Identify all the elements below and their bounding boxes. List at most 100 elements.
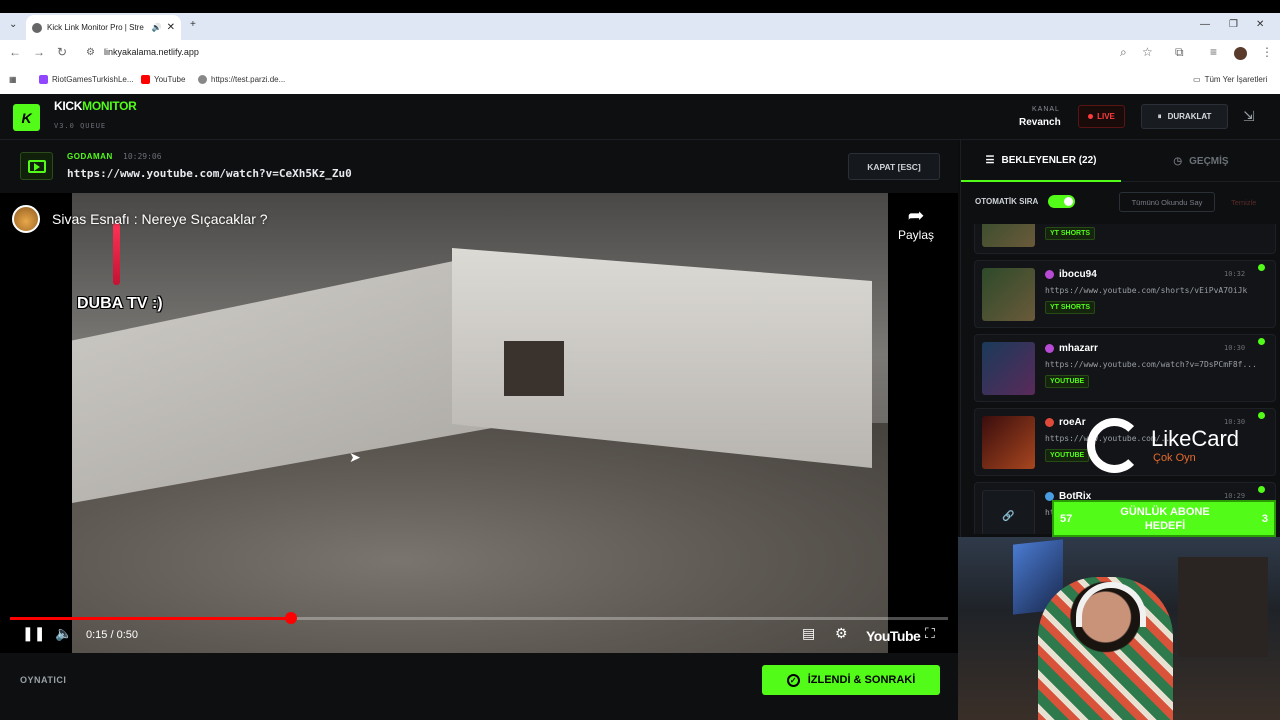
pause-video-icon[interactable]: ❚❚	[22, 625, 45, 642]
youtube-logo[interactable]: YouTube	[866, 628, 921, 644]
next-label: İZLENDİ & SONRAKİ	[807, 674, 916, 686]
video-wall-hole	[504, 341, 564, 396]
tab-queue-label: BEKLEYENLER (22)	[1001, 154, 1097, 166]
window-close-icon[interactable]: ✕	[1256, 19, 1264, 30]
popout-icon[interactable]: ⇲	[1243, 108, 1255, 125]
likecard-subtitle: Çok Oyn	[1153, 452, 1196, 464]
new-tab-icon[interactable]: +	[190, 19, 196, 30]
channel-label: KANAL	[1032, 106, 1060, 113]
sender-time: 10:29:06	[123, 152, 162, 161]
progress-fill	[10, 617, 292, 620]
item-url: https://www.youtube.com/watch?v=7DsPCmF8…	[1045, 360, 1257, 369]
tab-history[interactable]: ◷ GEÇMİŞ	[1121, 140, 1280, 182]
queue-options: OTOMATİK SIRA Tümünü Okundu Say Temizle	[961, 182, 1280, 222]
bookmark-riot[interactable]: RiotGamesTurkishLe...	[39, 75, 134, 84]
apps-icon[interactable]: ▦	[9, 75, 17, 84]
progress-bar[interactable]	[10, 612, 948, 624]
watched-next-button[interactable]: ✓ İZLENDİ & SONRAKİ	[762, 665, 940, 695]
list-item[interactable]: YT SHORTS	[974, 224, 1276, 254]
bookmark-label: https://test.parzi.de...	[211, 75, 286, 84]
close-player-button[interactable]: KAPAT [ESC]	[848, 153, 940, 180]
extensions-icon[interactable]: ⧉	[1175, 45, 1184, 60]
clear-button[interactable]: Temizle	[1231, 198, 1256, 207]
sender-name: GODAMAN	[67, 152, 113, 161]
video-title[interactable]: Sivas Esnafı : Nereye Sıçacaklar ?	[52, 211, 268, 227]
back-icon[interactable]: ←	[9, 45, 21, 59]
brand-title: KICKMONITOR	[54, 99, 137, 113]
site-info-icon[interactable]: ⚙	[86, 47, 95, 58]
subtitles-icon[interactable]: ▤	[802, 625, 815, 642]
tab-close-icon[interactable]: ✕	[167, 22, 175, 33]
goal-target: 3	[1261, 513, 1268, 525]
bookmark-star-icon[interactable]: ☆	[1142, 45, 1153, 59]
pause-button[interactable]: ⏸ DURAKLAT	[1141, 104, 1228, 129]
tab-favicon-icon	[32, 22, 42, 33]
online-dot-icon	[1258, 338, 1265, 345]
type-tag: YT SHORTS	[1045, 227, 1096, 240]
share-icon: ➦	[907, 205, 925, 227]
forward-icon[interactable]: →	[33, 45, 45, 59]
bookmark-youtube[interactable]: YouTube	[141, 75, 185, 84]
pause-label: DURAKLAT	[1167, 112, 1212, 121]
bookmark-label: YouTube	[154, 75, 186, 84]
video-thumbnail	[982, 416, 1035, 469]
media-icon[interactable]: ≡	[1210, 45, 1217, 59]
current-url: https://www.youtube.com/watch?v=CeXh5Kz_…	[67, 167, 352, 180]
share-label: Paylaş	[898, 228, 935, 242]
volume-icon[interactable]: 🔈	[55, 625, 72, 642]
url-field[interactable]: linkyakalama.netlify.app	[104, 47, 199, 57]
share-button[interactable]: ➦ Paylaş	[898, 203, 934, 242]
likecard-title: LikeCard	[1151, 426, 1240, 451]
browser-tab[interactable]: Kick Link Monitor Pro | Stre 🔊 ✕	[26, 15, 181, 40]
globe-icon	[198, 75, 207, 84]
tab-queue[interactable]: ☰ BEKLEYENLER (22)	[961, 140, 1121, 182]
profile-avatar[interactable]	[1234, 47, 1247, 60]
settings-gear-icon[interactable]: ⚙	[835, 625, 848, 642]
tab-title: Kick Link Monitor Pro | Stre	[47, 23, 144, 32]
video-pole	[113, 223, 120, 285]
queue-list: YT SHORTS ibocu94 10:32 https://www.yout…	[974, 224, 1276, 534]
list-icon: ☰	[985, 154, 995, 166]
link-icon: 🔗	[982, 490, 1035, 534]
list-item[interactable]: ibocu94 10:32 https://www.youtube.com/sh…	[974, 260, 1276, 328]
type-tag: YOUTUBE	[1045, 375, 1090, 388]
video-watermark: DUBA TV :)	[77, 295, 163, 312]
auto-queue-label: OTOMATİK SIRA	[975, 197, 1039, 206]
clock-icon: ◷	[1173, 155, 1183, 167]
brand-kick: KICK	[54, 99, 83, 113]
youtube-player[interactable]: DUBA TV :) Sivas Esnafı : Nereye Sıçacak…	[0, 193, 958, 653]
item-time: 10:32	[1224, 270, 1246, 278]
kick-logo-icon: K	[13, 104, 40, 131]
mark-all-read-button[interactable]: Tümünü Okundu Say	[1119, 192, 1215, 212]
channel-avatar[interactable]	[12, 205, 40, 233]
list-item[interactable]: mhazarr 10:30 https://www.youtube.com/wa…	[974, 334, 1276, 402]
fullscreen-icon[interactable]: ⛶	[925, 625, 935, 642]
live-badge[interactable]: LIVE	[1078, 105, 1125, 128]
item-url: https://www.youtube.com/shorts/vEiPvA7Oi…	[1045, 286, 1248, 295]
bookmark-parzi[interactable]: https://test.parzi.de...	[198, 75, 285, 84]
sender-row: mhazarr	[1045, 343, 1098, 354]
type-tag: YOUTUBE	[1045, 449, 1090, 462]
live-dot-icon	[1088, 114, 1094, 119]
type-tag: YT SHORTS	[1045, 301, 1096, 314]
tab-list-icon[interactable]: ⌄	[9, 19, 17, 30]
subscriber-goal-overlay: 57 GÜNLÜK ABONE HEDEFİ 3	[1052, 500, 1276, 537]
player-footer: OYNATICI ✓ İZLENDİ & SONRAKİ	[0, 653, 958, 720]
auto-queue-toggle[interactable]	[1048, 195, 1075, 208]
tab-audio-icon: 🔊	[151, 23, 162, 32]
all-bookmarks[interactable]: ▭ Tüm Yer İşaretleri	[1193, 75, 1267, 84]
video-frame[interactable]	[72, 193, 888, 653]
bookmark-label: RiotGamesTurkishLe...	[52, 75, 134, 84]
reload-icon[interactable]: ↻	[57, 45, 67, 59]
version-label: V3.0 QUEUE	[54, 122, 107, 130]
minimize-icon[interactable]: —	[1200, 19, 1210, 30]
sender-row: roeAr	[1045, 417, 1086, 428]
pause-icon: ⏸	[1157, 111, 1162, 121]
item-time: 10:29	[1224, 492, 1246, 500]
player-label: OYNATICI	[20, 675, 67, 685]
screen-top-bar	[0, 0, 1280, 13]
menu-icon[interactable]: ⋮	[1261, 45, 1273, 59]
zoom-icon[interactable]: ⌕	[1120, 45, 1127, 60]
restore-icon[interactable]: ❐	[1229, 19, 1238, 30]
video-thumbnail	[982, 342, 1035, 395]
